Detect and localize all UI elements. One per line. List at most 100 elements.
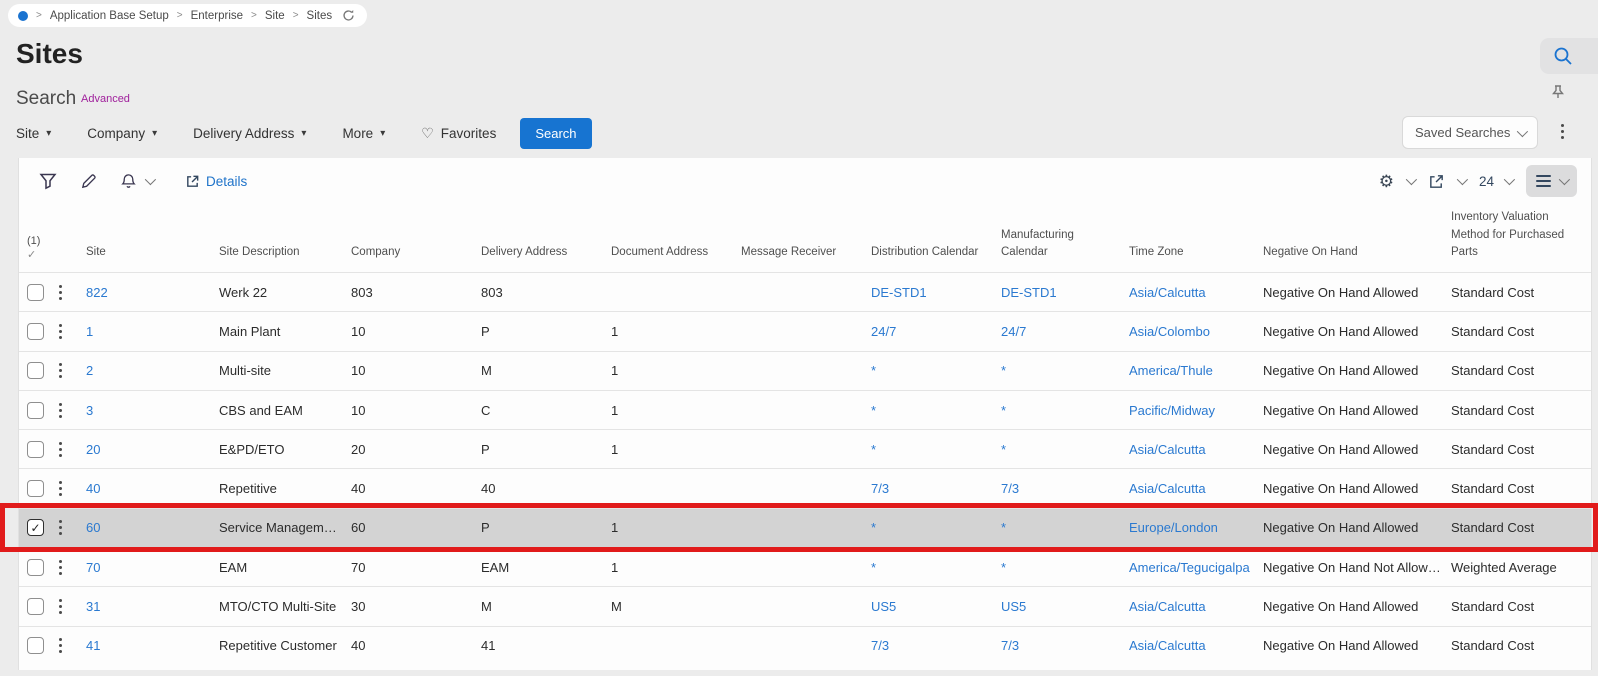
row-checkbox[interactable] [27,440,44,458]
row-kebab-menu-icon[interactable] [59,638,62,654]
table-row[interactable]: 2 Multi-site 10 M 1 * * America/Thule Ne… [19,350,1591,390]
cell-time-zone[interactable]: Europe/London [1129,520,1263,535]
column-header-company[interactable]: Company [351,244,481,261]
cell-manufacturing-calendar[interactable]: * [1001,403,1129,418]
column-header-message-receiver[interactable]: Message Receiver [741,244,871,261]
table-row[interactable]: 60 Service Management 60 P 1 * * Europe/… [19,507,1591,548]
column-header-manufacturing-calendar[interactable]: Manufacturing Calendar [1001,227,1129,262]
cell-time-zone[interactable]: Pacific/Midway [1129,403,1263,418]
row-kebab-menu-icon[interactable] [59,520,62,536]
cell-distribution-calendar[interactable]: * [871,403,1001,418]
cell-time-zone[interactable]: Asia/Calcutta [1129,638,1263,653]
row-kebab-menu-icon[interactable] [59,363,62,379]
filter-dropdown-delivery-address[interactable]: Delivery Address ▾ [193,126,306,141]
cell-time-zone[interactable]: Asia/Calcutta [1129,285,1263,300]
table-row[interactable]: 41 Repetitive Customer 40 41 7/3 7/3 Asi… [19,625,1591,665]
cell-time-zone[interactable]: Asia/Colombo [1129,324,1263,339]
breadcrumb-item-site[interactable]: Site [265,10,285,22]
edit-pencil-icon[interactable] [73,166,103,196]
cell-site[interactable]: 60 [86,520,219,535]
cell-site[interactable]: 1 [86,324,219,339]
cell-distribution-calendar[interactable]: US5 [871,599,1001,614]
row-checkbox[interactable] [27,362,44,380]
row-kebab-menu-icon[interactable] [59,402,62,418]
table-row[interactable]: 70 EAM 70 EAM 1 * * America/Tegucigalpa … [19,547,1591,587]
refresh-icon[interactable] [342,9,355,22]
cell-distribution-calendar[interactable]: DE-STD1 [871,285,1001,300]
chevron-down-icon[interactable] [144,173,157,186]
settings-menu[interactable]: ⚙ [1379,173,1418,190]
cell-distribution-calendar[interactable]: * [871,560,1001,575]
row-kebab-menu-icon[interactable] [59,323,62,339]
table-row[interactable]: 3 CBS and EAM 10 C 1 * * Pacific/Midway … [19,389,1591,430]
row-kebab-menu-icon[interactable] [59,441,62,457]
home-dot-icon[interactable] [18,10,28,21]
column-header-document-address[interactable]: Document Address [611,244,741,261]
cell-manufacturing-calendar[interactable]: 7/3 [1001,481,1129,496]
cell-site[interactable]: 2 [86,363,219,378]
cell-time-zone[interactable]: America/Tegucigalpa [1129,560,1263,575]
filter-dropdown-company[interactable]: Company ▾ [87,126,157,141]
table-row[interactable]: 40 Repetitive 40 40 7/3 7/3 Asia/Calcutt… [19,468,1591,508]
cell-site[interactable]: 822 [86,285,219,300]
cell-site[interactable]: 20 [86,442,219,457]
row-checkbox[interactable] [27,322,44,340]
cell-distribution-calendar[interactable]: * [871,520,1001,535]
column-header-site-description[interactable]: Site Description [219,244,351,261]
search-button[interactable]: Search [520,117,592,149]
favorites-toggle[interactable]: ♡ Favorites [421,125,496,142]
cell-site[interactable]: 3 [86,403,219,418]
column-header-time-zone[interactable]: Time Zone [1129,244,1263,261]
column-header-delivery-address[interactable]: Delivery Address [481,244,611,261]
row-kebab-menu-icon[interactable] [59,599,62,615]
cell-site[interactable]: 41 [86,638,219,653]
column-header-distribution-calendar[interactable]: Distribution Calendar [871,244,1001,261]
details-link[interactable]: Details [185,174,247,189]
breadcrumb-item-sites[interactable]: Sites [307,10,333,22]
cell-manufacturing-calendar[interactable]: 24/7 [1001,324,1129,339]
cell-manufacturing-calendar[interactable]: * [1001,442,1129,457]
saved-searches-dropdown[interactable]: Saved Searches [1402,116,1538,149]
row-kebab-menu-icon[interactable] [59,559,62,575]
row-checkbox[interactable] [27,480,44,498]
row-checkbox[interactable] [27,637,44,655]
cell-manufacturing-calendar[interactable]: 7/3 [1001,638,1129,653]
cell-distribution-calendar[interactable]: * [871,363,1001,378]
column-header-inventory-valuation[interactable]: Inventory Valuation Method for Purchased… [1451,209,1591,261]
saved-searches-menu-icon[interactable] [1561,124,1564,139]
filter-dropdown-more[interactable]: More ▾ [342,126,385,141]
cell-manufacturing-calendar[interactable]: DE-STD1 [1001,285,1129,300]
cell-manufacturing-calendar[interactable]: * [1001,520,1129,535]
row-kebab-menu-icon[interactable] [59,284,62,300]
row-kebab-menu-icon[interactable] [59,481,62,497]
cell-time-zone[interactable]: America/Thule [1129,363,1263,378]
advanced-search-link[interactable]: Advanced [81,93,130,105]
cell-time-zone[interactable]: Asia/Calcutta [1129,442,1263,457]
cell-distribution-calendar[interactable]: * [871,442,1001,457]
table-row[interactable]: 31 MTO/CTO Multi-Site 30 M M US5 US5 Asi… [19,586,1591,626]
row-checkbox[interactable] [27,598,44,616]
row-checkbox[interactable] [27,401,44,419]
table-row[interactable]: 822 Werk 22 803 803 DE-STD1 DE-STD1 Asia… [19,272,1591,312]
column-header-negative-on-hand[interactable]: Negative On Hand [1263,244,1451,261]
cell-distribution-calendar[interactable]: 7/3 [871,638,1001,653]
row-checkbox[interactable] [27,558,44,576]
cell-time-zone[interactable]: Asia/Calcutta [1129,599,1263,614]
cell-site[interactable]: 31 [86,599,219,614]
cell-distribution-calendar[interactable]: 7/3 [871,481,1001,496]
cell-site[interactable]: 70 [86,560,219,575]
global-search-button[interactable] [1540,38,1598,74]
column-header-site[interactable]: Site [86,244,219,261]
breadcrumb-item-application-base-setup[interactable]: Application Base Setup [50,10,169,22]
notifications-bell-icon[interactable] [113,166,143,196]
view-mode-selector[interactable] [1526,165,1577,197]
filter-dropdown-site[interactable]: Site ▾ [16,126,51,141]
export-menu[interactable] [1428,173,1469,190]
cell-site[interactable]: 40 [86,481,219,496]
page-size-selector[interactable]: 24 [1479,174,1516,189]
row-checkbox[interactable] [27,283,44,301]
breadcrumb-item-enterprise[interactable]: Enterprise [191,10,243,22]
cell-time-zone[interactable]: Asia/Calcutta [1129,481,1263,496]
cell-manufacturing-calendar[interactable]: * [1001,560,1129,575]
row-checkbox[interactable] [27,519,44,537]
